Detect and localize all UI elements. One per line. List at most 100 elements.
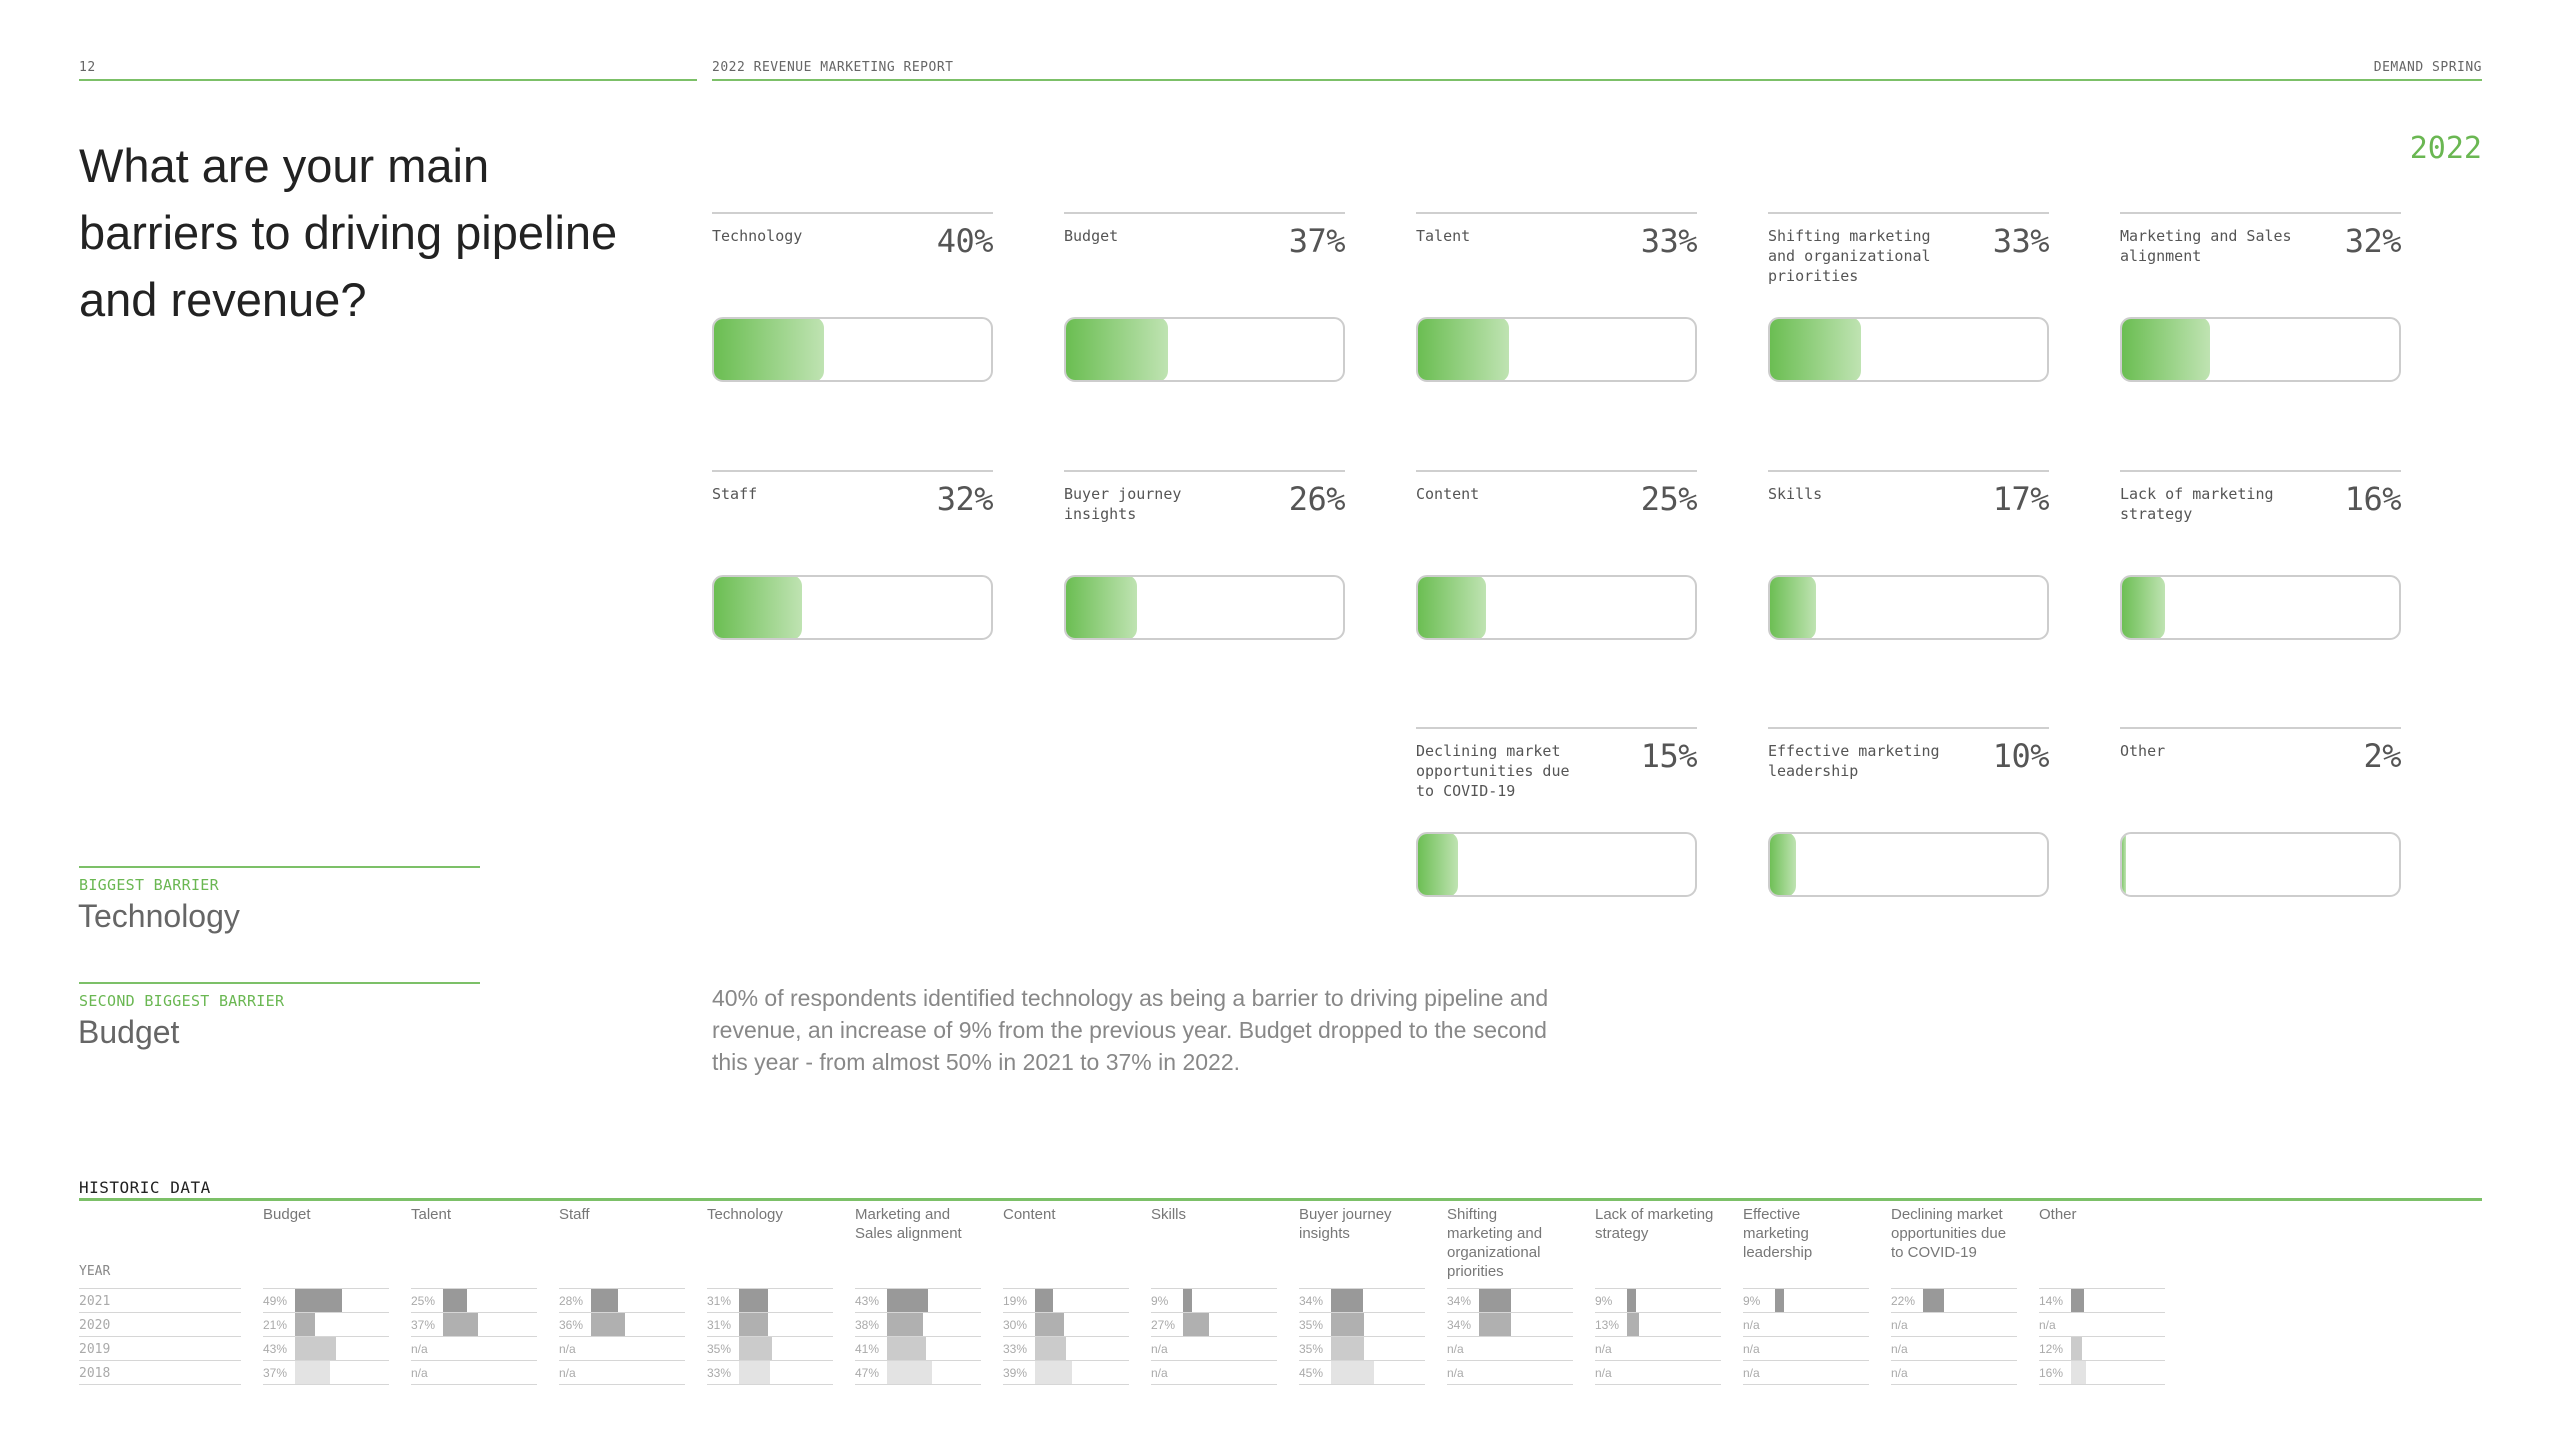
- historic-bar: [887, 1337, 926, 1360]
- barrier-tile: Declining market opportunities due to CO…: [1416, 727, 1698, 917]
- historic-value: 9%: [1151, 1294, 1169, 1308]
- barrier-percent: 37%: [1288, 222, 1346, 260]
- year-row: 2019: [79, 1336, 241, 1360]
- year-row: 2018: [79, 1360, 241, 1385]
- historic-row: 43%: [855, 1288, 981, 1312]
- tile-divider: [712, 470, 993, 472]
- barrier-tile: Marketing and Sales alignment 32%: [2120, 212, 2402, 402]
- tile-divider: [712, 212, 993, 214]
- historic-row: n/a: [1151, 1360, 1277, 1385]
- tile-divider: [1768, 212, 2049, 214]
- historic-row: n/a: [411, 1336, 537, 1360]
- historic-value: 28%: [559, 1294, 584, 1308]
- barrier-tile: Effective marketing leadership 10%: [1768, 727, 2050, 917]
- historic-value: 36%: [559, 1318, 584, 1332]
- barrier-progress-fill: [1066, 319, 1168, 380]
- historic-row: 33%: [707, 1360, 833, 1385]
- barrier-label: Budget: [1064, 227, 1119, 245]
- second-barrier-value: Budget: [78, 1014, 180, 1050]
- barrier-progress-bar: [1416, 317, 1697, 382]
- barrier-label: Skills: [1768, 485, 1823, 503]
- historic-column-header: Staff: [559, 1206, 590, 1223]
- historic-row: n/a: [1743, 1336, 1869, 1360]
- historic-column-header: Other: [2039, 1206, 2077, 1223]
- historic-bar: [2071, 1361, 2086, 1384]
- historic-value: n/a: [411, 1366, 428, 1380]
- barrier-progress-bar: [712, 575, 993, 640]
- historic-bar: [591, 1313, 625, 1336]
- tile-divider: [1416, 727, 1697, 729]
- historic-column-header: Marketing and Sales alignment: [855, 1206, 962, 1242]
- historic-value: n/a: [559, 1342, 576, 1356]
- historic-column-header: Technology: [707, 1206, 783, 1223]
- barrier-progress-bar: [1416, 575, 1697, 640]
- historic-value: 9%: [1743, 1294, 1761, 1308]
- historic-value: n/a: [559, 1366, 576, 1380]
- tile-divider: [1768, 470, 2049, 472]
- historic-bar: [739, 1289, 768, 1312]
- historic-value: 14%: [2039, 1294, 2064, 1308]
- historic-value: n/a: [1891, 1342, 1908, 1356]
- tile-divider: [1768, 727, 2049, 729]
- historic-value: 37%: [411, 1318, 436, 1332]
- historic-value: 30%: [1003, 1318, 1028, 1332]
- historic-row: 16%: [2039, 1360, 2165, 1385]
- historic-value: n/a: [2039, 1318, 2056, 1332]
- barrier-progress-bar: [1064, 575, 1345, 640]
- historic-bar: [1479, 1313, 1511, 1336]
- tile-divider: [1064, 212, 1345, 214]
- historic-row: 33%: [1003, 1336, 1129, 1360]
- historic-value: n/a: [1743, 1366, 1760, 1380]
- barrier-percent: 17%: [1992, 480, 2050, 518]
- barrier-label: Effective marketing leadership: [1768, 742, 1940, 780]
- report-title: 2022 REVENUE MARKETING REPORT: [712, 60, 954, 75]
- barrier-progress-fill: [2122, 577, 2165, 638]
- historic-row: n/a: [1743, 1360, 1869, 1385]
- historic-row: n/a: [1891, 1312, 2017, 1336]
- historic-value: 35%: [707, 1342, 732, 1356]
- historic-row: 43%: [263, 1336, 389, 1360]
- year-column: 2021 2020 2019 2018: [79, 1288, 241, 1385]
- historic-bar: [2071, 1289, 2084, 1312]
- historic-row: 34%: [1447, 1312, 1573, 1336]
- historic-bar: [1627, 1289, 1636, 1312]
- second-barrier-divider: [79, 982, 480, 984]
- historic-row: 34%: [1299, 1288, 1425, 1312]
- historic-row: 28%: [559, 1288, 685, 1312]
- barrier-progress-bar: [1064, 317, 1345, 382]
- tile-divider: [1064, 470, 1345, 472]
- historic-row: 35%: [1299, 1312, 1425, 1336]
- historic-value: 19%: [1003, 1294, 1028, 1308]
- barrier-percent: 40%: [936, 222, 994, 260]
- barrier-progress-fill: [1418, 319, 1509, 380]
- barrier-progress-bar: [1768, 575, 2049, 640]
- historic-bar: [1331, 1289, 1363, 1312]
- tile-divider: [2120, 470, 2401, 472]
- barrier-label: Shifting marketing and organizational pr…: [1768, 227, 1931, 285]
- barrier-percent: 33%: [1640, 222, 1698, 260]
- historic-row: 41%: [855, 1336, 981, 1360]
- tile-divider: [1416, 470, 1697, 472]
- historic-bar: [887, 1313, 923, 1336]
- historic-value: 35%: [1299, 1342, 1324, 1356]
- historic-value: 31%: [707, 1294, 732, 1308]
- historic-value: 22%: [1891, 1294, 1916, 1308]
- barrier-progress-bar: [712, 317, 993, 382]
- barrier-progress-fill: [1418, 834, 1458, 895]
- year-value: 2020: [79, 1318, 111, 1333]
- historic-bar: [1479, 1289, 1511, 1312]
- historic-value: 34%: [1299, 1294, 1324, 1308]
- historic-row: 36%: [559, 1312, 685, 1336]
- historic-bar: [1331, 1337, 1364, 1360]
- historic-row: 31%: [707, 1312, 833, 1336]
- historic-row: 35%: [707, 1336, 833, 1360]
- barrier-progress-fill: [1066, 577, 1137, 638]
- historic-bar: [443, 1313, 478, 1336]
- year-value: 2021: [79, 1294, 111, 1309]
- barrier-percent: 16%: [2344, 480, 2402, 518]
- historic-row: n/a: [2039, 1312, 2165, 1336]
- historic-row: n/a: [1447, 1360, 1573, 1385]
- barrier-progress-fill: [714, 319, 824, 380]
- header-divider-right: [712, 79, 2482, 81]
- historic-bar: [1775, 1289, 1784, 1312]
